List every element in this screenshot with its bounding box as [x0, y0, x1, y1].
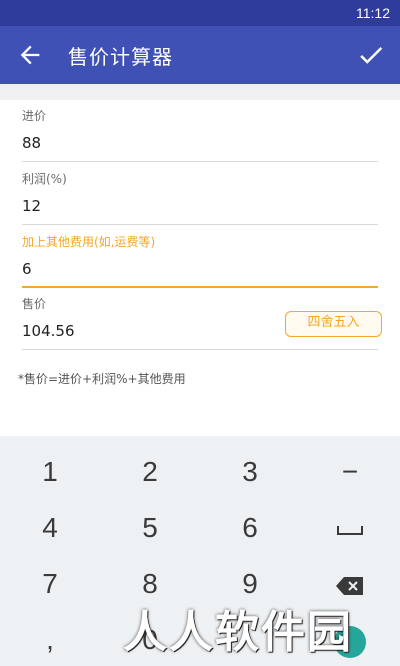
extra-fee-label: 加上其他费用(如,运费等)	[22, 235, 156, 249]
key-comma[interactable]: ,	[0, 612, 100, 666]
page-title: 售价计算器	[68, 45, 173, 69]
key-1[interactable]: 1	[0, 444, 100, 499]
key-minus[interactable]: −	[300, 444, 400, 499]
status-time: 11:12	[356, 5, 390, 21]
key-7[interactable]: 7	[0, 556, 100, 611]
key-space[interactable]	[300, 500, 400, 555]
key-2[interactable]: 2	[100, 444, 200, 499]
status-bar: 11:12	[0, 0, 400, 26]
app-bar: 售价计算器	[0, 26, 400, 84]
extra-fee-field[interactable]: 加上其他费用(如,运费等) 6	[22, 234, 378, 288]
space-icon	[337, 525, 363, 535]
arrow-left-icon[interactable]	[16, 41, 44, 69]
key-3[interactable]: 3	[200, 444, 300, 499]
profit-label: 利润(%)	[22, 172, 67, 186]
backspace-icon	[336, 576, 363, 595]
cost-field[interactable]: 进价 88	[22, 108, 378, 162]
key-4[interactable]: 4	[0, 500, 100, 555]
cost-input[interactable]: 88	[22, 134, 378, 152]
cost-label: 进价	[22, 109, 47, 123]
key-6[interactable]: 6	[200, 500, 300, 555]
profit-input[interactable]: 12	[22, 197, 378, 215]
extra-fee-input[interactable]: 6	[22, 260, 378, 278]
formula-note: *售价=进价+利润%+其他费用	[18, 372, 186, 386]
profit-field[interactable]: 利润(%) 12	[22, 171, 378, 225]
check-icon[interactable]	[356, 40, 386, 70]
watermark: 人人软件园	[123, 607, 353, 658]
round-button[interactable]: 四舍五入	[285, 311, 382, 337]
price-label: 售价	[22, 297, 47, 311]
key-5[interactable]: 5	[100, 500, 200, 555]
